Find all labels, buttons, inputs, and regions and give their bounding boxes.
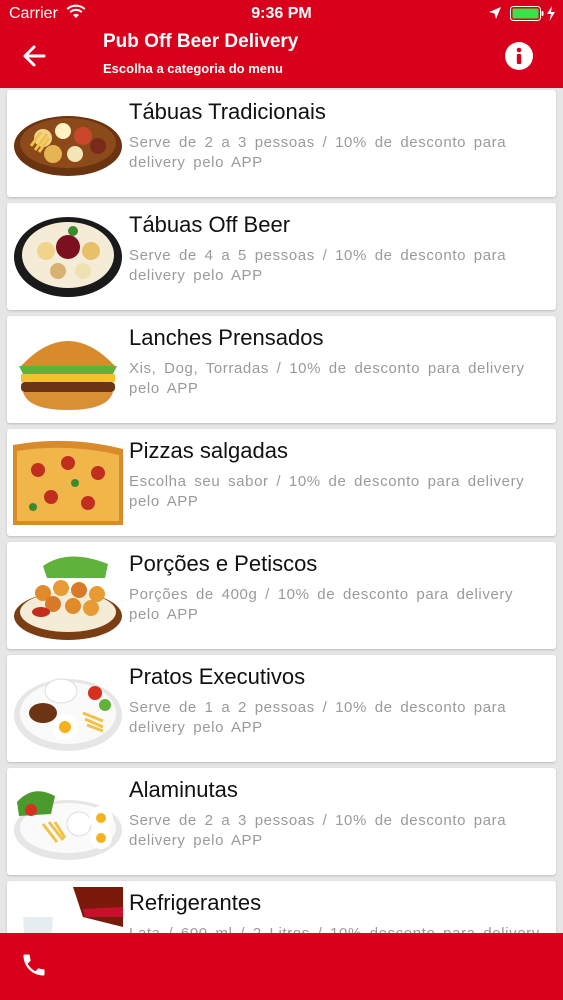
page-subtitle: Escolha a categoria do menu — [103, 61, 283, 76]
info-button[interactable] — [505, 42, 533, 70]
category-card[interactable]: Alaminutas Serve de 2 a 3 pessoas / 10% … — [7, 768, 556, 875]
soda-image — [23, 887, 123, 933]
category-title: Refrigerantes — [129, 890, 262, 915]
back-arrow-icon[interactable] — [20, 42, 48, 70]
navigation-bar: Pub Off Beer Delivery Escolha a categori… — [0, 28, 563, 88]
battery-icon — [510, 6, 544, 21]
category-description: Serve de 2 a 3 pessoas / 10% de desconto… — [129, 134, 507, 171]
category-description: Lata / 600 ml / 2 Litros / 10% desconto … — [129, 924, 549, 933]
category-description: Xis, Dog, Torradas / 10% de desconto par… — [129, 360, 525, 397]
category-description: Porções de 400g / 10% de desconto para d… — [129, 586, 514, 623]
page-title: Pub Off Beer Delivery — [103, 31, 299, 52]
platter-image — [14, 116, 122, 176]
category-card[interactable]: Refrigerantes Lata / 600 ml / 2 Litros /… — [7, 881, 556, 933]
category-list: Tábuas Tradicionais Serve de 2 a 3 pesso… — [0, 88, 563, 933]
category-card[interactable]: Porções e Petiscos Porções de 400g / 10%… — [7, 542, 556, 649]
category-title: Tábuas Tradicionais — [129, 99, 326, 124]
category-title: Pratos Executivos — [129, 664, 306, 689]
category-description: Serve de 1 a 2 pessoas / 10% de desconto… — [129, 699, 507, 736]
burger-image — [19, 341, 117, 410]
category-title: Tábuas Off Beer — [129, 212, 291, 237]
clock: 9:36 PM — [251, 5, 312, 22]
pizza-image — [13, 440, 123, 525]
location-arrow-icon — [489, 7, 501, 19]
category-description: Serve de 4 a 5 pessoas / 10% de desconto… — [129, 247, 507, 284]
category-card[interactable]: Pizzas salgadas Escolha seu sabor / 10% … — [7, 429, 556, 536]
category-card[interactable]: Pratos Executivos Serve de 1 a 2 pessoas… — [7, 655, 556, 762]
category-card[interactable]: Tábuas Tradicionais Serve de 2 a 3 pesso… — [7, 90, 556, 197]
category-description: Serve de 2 a 3 pessoas / 10% de desconto… — [129, 812, 507, 849]
plate-image — [14, 678, 122, 751]
info-icon — [516, 47, 522, 64]
category-card[interactable]: Tábuas Off Beer Serve de 4 a 5 pessoas /… — [7, 203, 556, 310]
charging-icon — [547, 6, 555, 21]
category-title: Porções e Petiscos — [129, 551, 318, 576]
round-platter-image — [14, 217, 122, 297]
snacks-image — [14, 556, 122, 640]
phone-icon[interactable] — [20, 951, 48, 979]
category-title: Lanches Prensados — [129, 325, 324, 350]
alaminuta-image — [14, 791, 122, 860]
bottom-bar — [0, 933, 563, 1000]
category-title: Alaminutas — [129, 777, 238, 802]
category-description: Escolha seu sabor / 10% de desconto para… — [129, 473, 525, 510]
category-card[interactable]: Lanches Prensados Xis, Dog, Torradas / 1… — [7, 316, 556, 423]
status-bar: Carrier 9:36 PM — [0, 0, 563, 28]
category-title: Pizzas salgadas — [129, 438, 288, 463]
